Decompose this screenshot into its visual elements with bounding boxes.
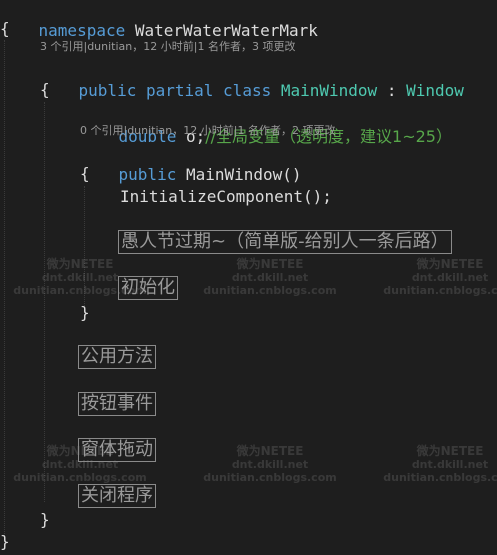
codelens-class[interactable]: 3 个引用|dunitian，12 小时前|1 名作者，3 项更改 — [40, 40, 295, 54]
brace-close: } — [0, 532, 10, 551]
watermark: 微为NETEEdnt.dkill.netdunitian.cnblogs.com — [383, 444, 497, 485]
code-editor[interactable]: 微为NETEE dnt.dkill.net dunitian.cnblogs.com… — [0, 0, 497, 555]
watermark: 微为NETEEdnt.dkill.netdunitian.cnblogs.com — [203, 444, 337, 485]
keyword-public: public — [118, 165, 177, 184]
collapsed-region-window-drag[interactable]: 窗体拖动 — [78, 438, 156, 462]
keyword-namespace: namespace — [38, 21, 126, 40]
class-name: MainWindow — [280, 81, 378, 100]
code-line-initialize[interactable]: InitializeComponent(); — [120, 185, 332, 209]
namespace-name: WaterWaterWaterMark — [134, 21, 318, 40]
constructor-signature: MainWindow() — [185, 165, 302, 184]
keyword-public: public — [78, 81, 137, 100]
watermark: 微为NETEEdnt.dkill.netdunitian.cnblogs.com — [383, 257, 497, 298]
keyword-partial: partial — [145, 81, 214, 100]
indent-guide — [44, 102, 45, 502]
brace-close: } — [40, 510, 50, 529]
collapsed-region-init[interactable]: 初始化 — [118, 276, 178, 300]
brace-open: { — [40, 80, 50, 99]
colon: : — [386, 81, 397, 100]
brace-open: { — [0, 19, 10, 38]
code-line-field[interactable]: double o;//全局变量（透明度，建议1~25） — [80, 101, 452, 146]
collapsed-region-button-events[interactable]: 按钮事件 — [78, 392, 156, 416]
codelens-constructor[interactable]: 0 个引用|dunitian，12 小时前|1 名作者，2 项更改 — [80, 124, 335, 138]
brace-open: { — [80, 164, 90, 183]
code-line-namespace[interactable]: namespace WaterWaterWaterMark — [0, 0, 318, 40]
collapsed-region-public-methods[interactable]: 公用方法 — [78, 345, 156, 369]
code-line-constructor[interactable]: public MainWindow() — [80, 139, 302, 184]
base-class: Window — [406, 81, 464, 100]
collapsed-region-close-program[interactable]: 关闭程序 — [78, 484, 156, 508]
code-line-class[interactable]: public partial class MainWindow : Window — [40, 55, 464, 100]
keyword-class: class — [223, 81, 272, 100]
collapsed-region-april-fools[interactable]: 愚人节过期~（简单版-给别人一条后路） — [118, 230, 452, 254]
indent-guide — [4, 40, 5, 540]
watermark: 微为NETEEdnt.dkill.netdunitian.cnblogs.com — [203, 257, 337, 298]
brace-close: } — [80, 303, 90, 322]
